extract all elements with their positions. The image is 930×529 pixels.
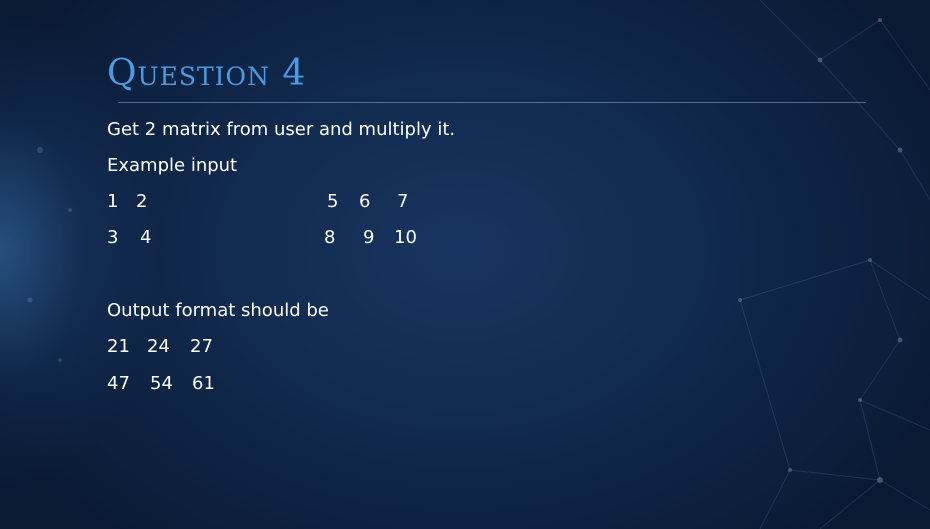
matrix-a-cell: 4 xyxy=(140,227,152,248)
matrix-b-cell: 10 xyxy=(394,227,417,248)
output-matrix-cell: 27 xyxy=(190,336,213,357)
slide-title: Question 4 xyxy=(107,53,307,94)
output-matrix-cell: 24 xyxy=(147,336,170,357)
slide: Question 4 Get 2 matrix from user and mu… xyxy=(0,0,930,529)
matrix-b-cell: 6 xyxy=(359,191,371,212)
output-matrix-cell: 21 xyxy=(107,336,130,357)
output-matrix-cell: 54 xyxy=(150,373,173,394)
title-divider xyxy=(118,102,866,103)
matrix-b-cell: 9 xyxy=(363,227,375,248)
matrix-b-cell: 5 xyxy=(327,191,339,212)
output-format-label: Output format should be xyxy=(107,300,329,321)
example-input-label: Example input xyxy=(107,155,238,176)
matrix-a-cell: 3 xyxy=(107,227,119,248)
output-matrix-cell: 47 xyxy=(107,373,130,394)
instruction-text: Get 2 matrix from user and multiply it. xyxy=(107,119,456,140)
matrix-a-cell: 1 xyxy=(107,191,119,212)
matrix-b-cell: 7 xyxy=(397,191,409,212)
matrix-b-cell: 8 xyxy=(324,227,336,248)
output-matrix-cell: 61 xyxy=(192,373,215,394)
matrix-a-cell: 2 xyxy=(136,191,148,212)
